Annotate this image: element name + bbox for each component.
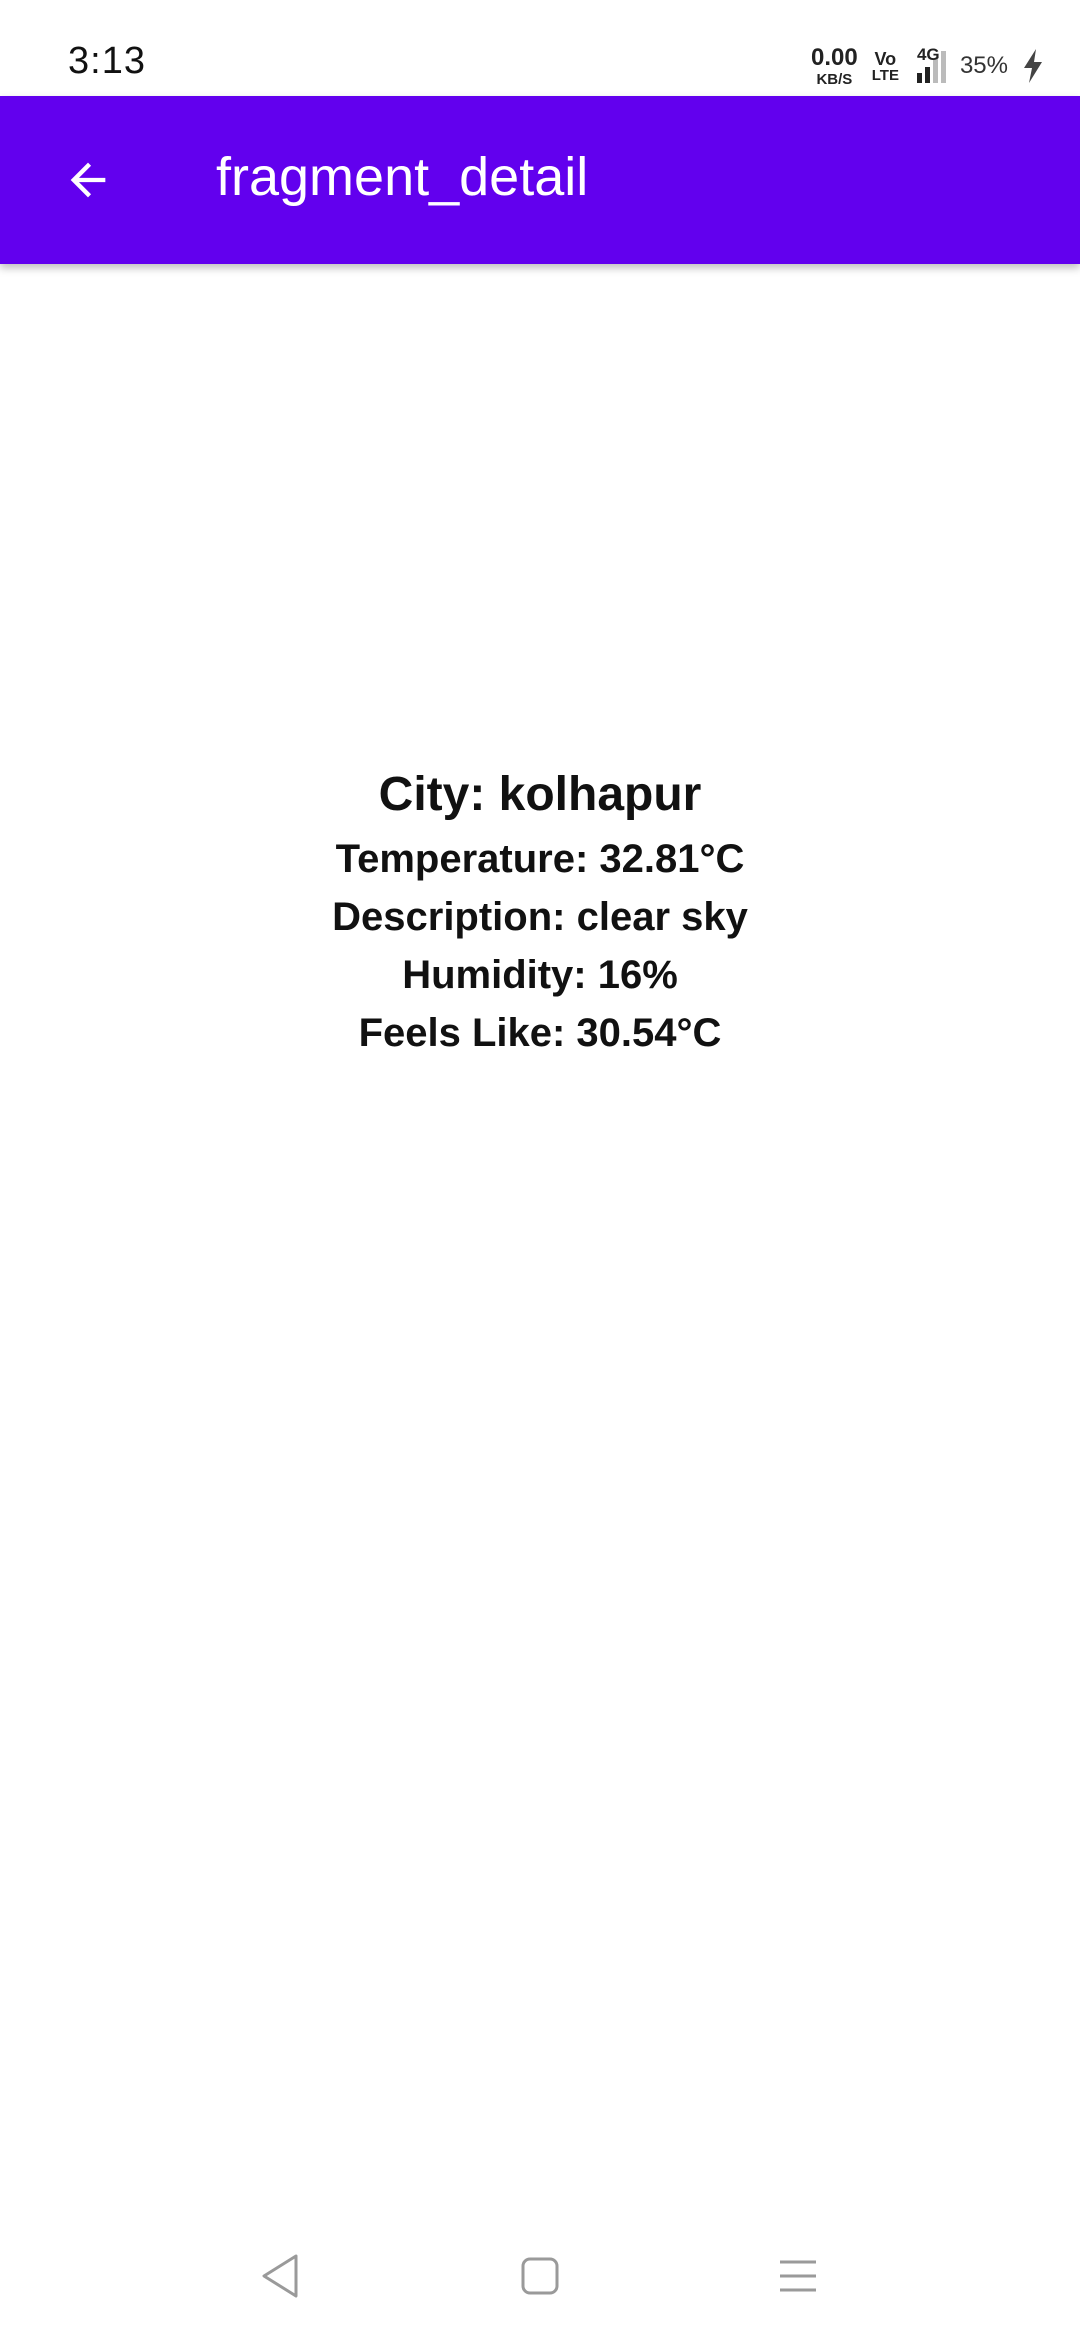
signal-bar [916, 73, 922, 83]
weather-details: City: kolhapur Temperature: 32.81°C Desc… [0, 760, 1080, 1062]
signal-icon: 4G [913, 45, 946, 83]
network-speed-unit: KB/S [816, 70, 853, 88]
humidity-text: Humidity: 16% [402, 953, 678, 997]
signal-bar [940, 51, 946, 83]
battery-percent: 35% [959, 52, 1008, 79]
app-bar: fragment_detail [0, 96, 1080, 264]
nav-home-button[interactable] [508, 2244, 572, 2308]
status-icons: 0.00 KB/S Vo LTE 4G 35% [811, 44, 1044, 88]
network-type: 4G [916, 45, 940, 64]
city-text: City: kolhapur [378, 768, 702, 821]
navigation-bar [0, 2210, 1080, 2340]
arrow-left-icon [70, 162, 106, 198]
volte-bottom: LTE [871, 66, 899, 84]
back-button[interactable] [40, 132, 136, 228]
page-title: fragment_detail [216, 147, 589, 207]
status-time: 3:13 [68, 40, 146, 82]
temperature-text: Temperature: 32.81°C [335, 837, 745, 881]
description-text: Description: clear sky [332, 895, 748, 939]
nav-home-icon [521, 2257, 559, 2295]
feels-like-text: Feels Like: 30.54°C [358, 1011, 722, 1055]
volte-icon: Vo LTE [872, 50, 899, 83]
signal-bar [924, 67, 930, 83]
charging-bolt-icon [1024, 49, 1042, 83]
network-speed-value: 0.00 [811, 43, 858, 71]
nav-recents-button[interactable] [766, 2244, 830, 2308]
nav-recents-icon [780, 2260, 816, 2292]
nav-back-icon [262, 2254, 298, 2298]
volte-top: Vo [874, 48, 897, 69]
network-speed: 0.00 KB/S [811, 43, 858, 88]
status-bar: 3:13 0.00 KB/S Vo LTE 4G 35% [0, 0, 1080, 96]
nav-back-button[interactable] [248, 2244, 312, 2308]
